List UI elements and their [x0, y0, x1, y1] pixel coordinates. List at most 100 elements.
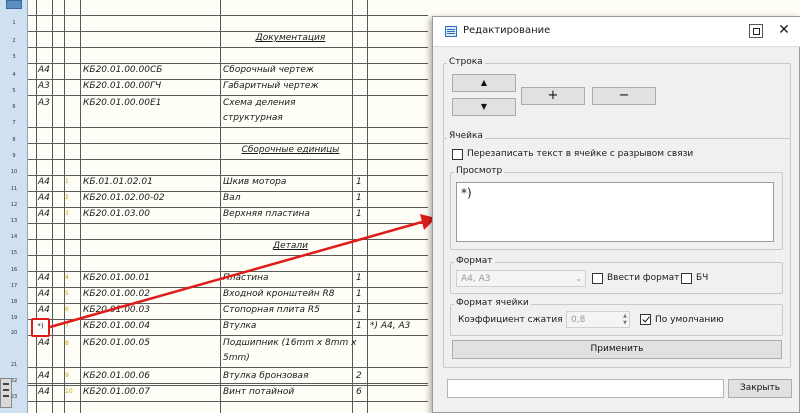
restore-icon[interactable] — [749, 24, 763, 38]
cell-position: 4 — [65, 274, 69, 281]
row-number: 18 — [10, 299, 18, 305]
cell-designation: КБ20.01.03.00 — [83, 209, 150, 219]
cell-format: А4 — [38, 273, 50, 283]
format-select-value: А4, А3 — [461, 274, 491, 284]
table-row[interactable]: Документация — [28, 32, 428, 48]
row-number: 1 — [12, 20, 16, 26]
table-row — [28, 256, 428, 272]
cell-quantity: 6 — [356, 387, 362, 397]
status-field — [447, 379, 724, 398]
cell-name: Винт потайной — [223, 387, 295, 397]
cell-format-group-label: Формат ячейки — [454, 298, 531, 308]
cell-format: А4 — [38, 387, 50, 397]
row-number: 5 — [12, 88, 16, 94]
cell-name: Входной кронштейн R8 — [223, 289, 335, 299]
cell-format: А4 — [38, 65, 50, 75]
cell-quantity: 1 — [356, 321, 362, 331]
compression-spinbox[interactable]: 0,8 ▲ ▼ — [566, 311, 630, 328]
row-number: 19 — [10, 315, 18, 321]
cell-name: Схема деления структурная — [223, 98, 296, 123]
row-number: 10 — [10, 169, 18, 175]
cell-name: Габаритный чертеж — [223, 81, 319, 91]
format-select[interactable]: А4, А3 ⌄ — [456, 270, 586, 287]
table-row[interactable]: А4 5 КБ20.01.00.02 Входной кронштейн R8 … — [28, 288, 428, 304]
cell-quantity: 1 — [356, 305, 362, 315]
cell-group-label: Ячейка — [447, 131, 485, 141]
close-icon[interactable]: ✕ — [777, 23, 791, 37]
table-row[interactable]: А4 10 КБ20.01.00.07 Винт потайной 6 — [28, 386, 428, 402]
row-number: 13 — [10, 218, 18, 224]
table-row[interactable]: А4 9 КБ20.01.00.06 Втулка бронзовая 2 — [28, 370, 428, 386]
dialog-titlebar[interactable]: Редактирование ✕ — [433, 17, 800, 47]
cell-position: 5 — [65, 290, 69, 297]
default-checkbox-label: По умолчанию — [655, 315, 724, 325]
remove-row-button[interactable]: − — [592, 87, 656, 105]
close-button[interactable]: Закрыть — [728, 379, 792, 398]
table-row[interactable]: Детали — [28, 240, 428, 256]
cell-note: *) А4, А3 — [370, 321, 411, 331]
row-number: 15 — [10, 250, 18, 256]
cell-designation: КБ20.01.02.00-02 — [83, 193, 165, 203]
cell-position: 10 — [65, 388, 73, 395]
compression-label: Коэффициент сжатия — [458, 315, 563, 325]
edit-dialog: Редактирование ✕ Строка ▲ ▼ + − Ячейка П… — [432, 16, 800, 413]
move-down-button[interactable]: ▼ — [452, 98, 516, 116]
bch-label: БЧ — [696, 273, 709, 283]
row-number: 20 — [10, 330, 18, 336]
table-row[interactable]: А4 2 КБ20.01.02.00-02 Вал 1 — [28, 192, 428, 208]
cell-name: Шкив мотора — [223, 177, 287, 187]
side-panel-handle[interactable] — [0, 378, 12, 408]
table-row[interactable]: Сборочные единицы — [28, 144, 428, 160]
apply-button[interactable]: Применить — [452, 340, 782, 359]
overwrite-checkbox-label: Перезаписать текст в ячейке с разрывом с… — [467, 149, 694, 159]
table-row[interactable]: А4 1 КБ.01.01.02.01 Шкив мотора 1 — [28, 176, 428, 192]
table-icon — [445, 26, 457, 37]
cell-designation: КБ20.01.00.07 — [83, 387, 150, 397]
table-row[interactable]: А4 КБ20.01.00.00СБ Сборочный чертеж — [28, 64, 428, 80]
row-number: 9 — [12, 153, 16, 159]
table-row[interactable]: А4 3 КБ20.01.03.00 Верхняя пластина 1 — [28, 208, 428, 224]
cell-position: 2 — [65, 194, 69, 201]
table-row[interactable]: А4 6 КБ20.01.00.03 Стопорная плита R5 1 — [28, 304, 428, 320]
cell-format: А4 — [38, 209, 50, 219]
row-number: 7 — [12, 120, 16, 126]
selected-format-cell[interactable]: *) — [31, 318, 50, 337]
cell-name: Втулка бронзовая — [223, 371, 309, 381]
sheet-corner-button[interactable] — [6, 0, 22, 9]
cell-name: Верхняя пластина — [223, 209, 310, 219]
row-number: 8 — [12, 137, 16, 143]
preview-box: *) — [456, 182, 774, 242]
table-row[interactable]: А3 КБ20.01.00.00Е1 Схема деления структу… — [28, 96, 428, 128]
bch-checkbox[interactable] — [681, 273, 692, 284]
overwrite-checkbox[interactable] — [452, 149, 463, 160]
cell-designation: КБ20.01.00.05 — [83, 338, 150, 348]
table-row — [28, 160, 428, 176]
cell-position: 6 — [65, 306, 69, 313]
preview-text: *) — [461, 186, 472, 200]
table-row[interactable]: А4 4 КБ20.01.00.01 Пластина 1 — [28, 272, 428, 288]
add-row-button[interactable]: + — [521, 87, 585, 105]
cell-name: Подшипник (16mm x 8mm x 5mm) — [223, 338, 357, 363]
default-checkbox[interactable] — [640, 314, 651, 325]
compression-value: 0,8 — [571, 315, 586, 325]
cell-quantity: 1 — [356, 193, 362, 203]
enter-format-checkbox[interactable] — [592, 273, 603, 284]
table-row[interactable]: А4 8 КБ20.01.00.05 Подшипник (16mm x 8mm… — [28, 336, 428, 368]
cell-position: 7 — [65, 322, 69, 329]
spin-arrows-icon[interactable]: ▲ ▼ — [623, 313, 627, 327]
cell-quantity: 1 — [356, 177, 362, 187]
section-title-assemblies: Сборочные единицы — [241, 145, 340, 155]
cell-name: Стопорная плита R5 — [223, 305, 320, 315]
cell-format: А4 — [38, 371, 50, 381]
move-up-button[interactable]: ▲ — [452, 74, 516, 92]
table-row[interactable]: А3 КБ20.01.00.00ГЧ Габаритный чертеж — [28, 80, 428, 96]
row-number: 21 — [10, 362, 18, 368]
cell-designation: КБ.01.01.02.01 — [83, 177, 153, 187]
cell-name: Сборочный чертеж — [223, 65, 315, 75]
cell-position: 9 — [65, 372, 69, 379]
cell-position: 1 — [65, 178, 69, 185]
cell-format: А4 — [38, 177, 50, 187]
table-row-selected[interactable]: 7 КБ20.01.00.04 Втулка 1 *) А4, А3 — [28, 320, 428, 336]
table-row — [28, 48, 428, 64]
table-row — [28, 224, 428, 240]
